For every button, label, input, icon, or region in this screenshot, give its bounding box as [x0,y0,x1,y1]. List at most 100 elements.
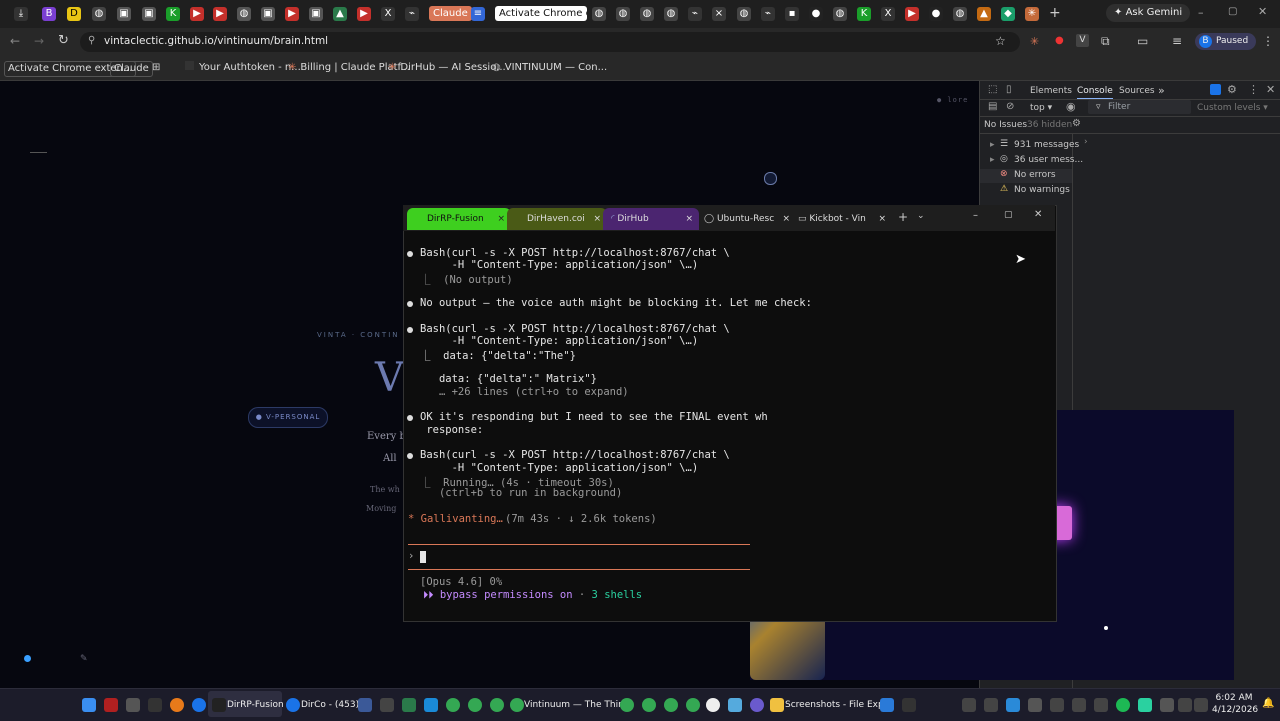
taskbar-item-label[interactable]: Vintinuum — The Thing [524,698,630,712]
terminal-tab-dirhaven[interactable]: DirHaven.coi × [507,208,607,230]
chrome-icon[interactable] [642,698,656,712]
close-tab-icon[interactable]: × [685,208,693,230]
new-terminal-tab-button[interactable]: + [898,210,908,224]
tab-favicon[interactable]: ◍ [737,7,751,21]
github-icon[interactable]: ● [809,7,823,21]
apps-grid-icon[interactable]: ⊞ [152,61,160,75]
inspect-icon[interactable]: ⬚ [988,84,997,95]
bookmark-item[interactable]: ◍ VINTINUUM — Con... [492,61,607,75]
x-icon[interactable]: X [381,7,395,21]
youtube-icon[interactable]: ▶ [190,7,204,21]
app-icon[interactable] [380,698,394,712]
tray-icon[interactable] [1072,698,1086,712]
expand-arrow-icon[interactable]: › [1084,137,1088,147]
tab-favicon[interactable]: ◍ [92,7,106,21]
maximize-window-button[interactable]: ▢ [1228,6,1237,17]
tab-search-icon[interactable]: ≡ [1172,34,1182,48]
tab-favicon[interactable]: ◍ [237,7,251,21]
menu-kebab-icon[interactable]: ⋮ [1262,34,1274,48]
levels-select[interactable]: Custom levels ▾ [1197,103,1268,113]
sidebar-item-errors[interactable]: ⊗ No errors [980,169,1072,183]
close-tab-icon[interactable]: × [878,208,886,230]
sidebar-item-warnings[interactable]: ⚠ No warnings [980,184,1072,198]
close-tab-icon[interactable]: × [593,208,601,230]
gear-icon[interactable]: ⚙ [1072,118,1081,129]
tab-favicon[interactable]: ◍ [833,7,847,21]
puzzle-icon[interactable]: ⧉ [1101,34,1110,49]
drive-icon[interactable]: ▲ [333,7,347,21]
ask-gemini-button[interactable]: ✦ Ask Gemini [1106,4,1191,22]
tab-favicon[interactable]: ✳ [1025,7,1039,21]
chrome-icon[interactable] [490,698,504,712]
tab-favicon[interactable]: K [166,7,180,21]
device-toggle-icon[interactable]: ▯ [1006,84,1012,95]
vscode-icon[interactable] [880,698,894,712]
tab-favicon[interactable]: D [67,7,81,21]
x-icon[interactable]: X [881,7,895,21]
tray-icon[interactable] [1028,698,1042,712]
sidebar-toggle-icon[interactable]: ▤ [988,101,997,112]
volume-icon[interactable] [1194,698,1208,712]
minimize-window-button[interactable]: – [973,210,978,221]
tab-favicon[interactable]: ⌁ [405,7,419,21]
youtube-icon[interactable]: ▶ [285,7,299,21]
app-icon[interactable] [126,698,140,712]
bookmark-item[interactable]: ✳ DirHub — AI Sessio... [388,61,506,75]
tray-icon[interactable] [984,698,998,712]
address-bar[interactable]: ⚲ vintaclectic.github.io/vintinuum/brain… [80,32,1020,52]
tab-favicon[interactable]: ▣ [309,7,323,21]
close-window-button[interactable]: ✕ [1034,209,1042,220]
youtube-icon[interactable]: ▶ [213,7,227,21]
terminal-tab-dirrp-fusion[interactable]: DirRP-Fusion × [407,208,511,230]
download-icon[interactable]: ⤓ [14,7,28,21]
tab-favicon[interactable]: ◍ [640,7,654,21]
tray-icon[interactable] [1138,698,1152,712]
app-icon[interactable] [750,698,764,712]
tab-elements[interactable]: Elements [1030,86,1072,96]
close-devtools-icon[interactable]: ✕ [1266,83,1275,96]
extension-icon[interactable]: ● [1055,35,1064,46]
tray-icon[interactable] [1160,698,1174,712]
app-icon[interactable] [192,698,206,712]
tab-claude[interactable]: Claude [429,6,472,21]
app-icon[interactable] [148,698,162,712]
tab-favicon[interactable]: ◍ [592,7,606,21]
tab-favicon[interactable]: K [857,7,871,21]
chrome-icon[interactable] [468,698,482,712]
app-icon[interactable] [402,698,416,712]
cast-icon[interactable]: ▭ [1137,34,1148,48]
app-icon[interactable] [728,698,742,712]
app-icon[interactable] [706,698,720,712]
sidebar-item-messages[interactable]: ▸ ☰ 931 messages [980,139,1079,153]
wifi-icon[interactable] [1178,698,1192,712]
more-tabs-button[interactable]: » [1158,84,1165,97]
notification-icon[interactable]: 🔔 [1262,698,1274,709]
back-icon[interactable]: ← [10,34,20,48]
extension-icon[interactable]: V [1076,34,1089,47]
eye-icon[interactable]: ◉ [1066,100,1076,113]
docs-icon[interactable]: ≡ [471,7,485,21]
tray-icon[interactable] [1050,698,1064,712]
taskbar-item-label[interactable]: Screenshots - File Explo [785,698,892,712]
bookmark-item[interactable]: Claude [110,61,153,77]
sidebar-item-user-messages[interactable]: ▸ ◎ 36 user mess... [980,154,1083,168]
tab-favicon[interactable]: ▣ [142,7,156,21]
clear-console-icon[interactable]: ⊘ [1006,101,1014,112]
bookmark-star-icon[interactable]: ☆ [995,34,1006,48]
chrome-icon[interactable] [686,698,700,712]
tab-favicon[interactable]: ◍ [616,7,630,21]
pen-icon[interactable]: ✎ [80,654,88,664]
close-tab-icon[interactable]: × [712,7,726,21]
extension-icon[interactable]: ✳ [1030,35,1039,48]
tab-activate-chrome[interactable]: Activate Chrome exte [495,6,587,21]
chrome-icon[interactable] [664,698,678,712]
terminal-tab-kickbot[interactable]: ▭ Kickbot - Vin × [790,208,888,230]
firefox-icon[interactable] [170,698,184,712]
v-personal-badge[interactable]: ● V-PERSONAL [248,407,328,428]
terminal-input[interactable] [420,551,426,563]
tray-icon[interactable] [1094,698,1108,712]
maximize-window-button[interactable]: ▢ [1004,210,1013,220]
device-mode-icon[interactable] [1210,84,1221,95]
new-tab-button[interactable]: + [1049,5,1061,21]
tray-icon[interactable] [1006,698,1020,712]
